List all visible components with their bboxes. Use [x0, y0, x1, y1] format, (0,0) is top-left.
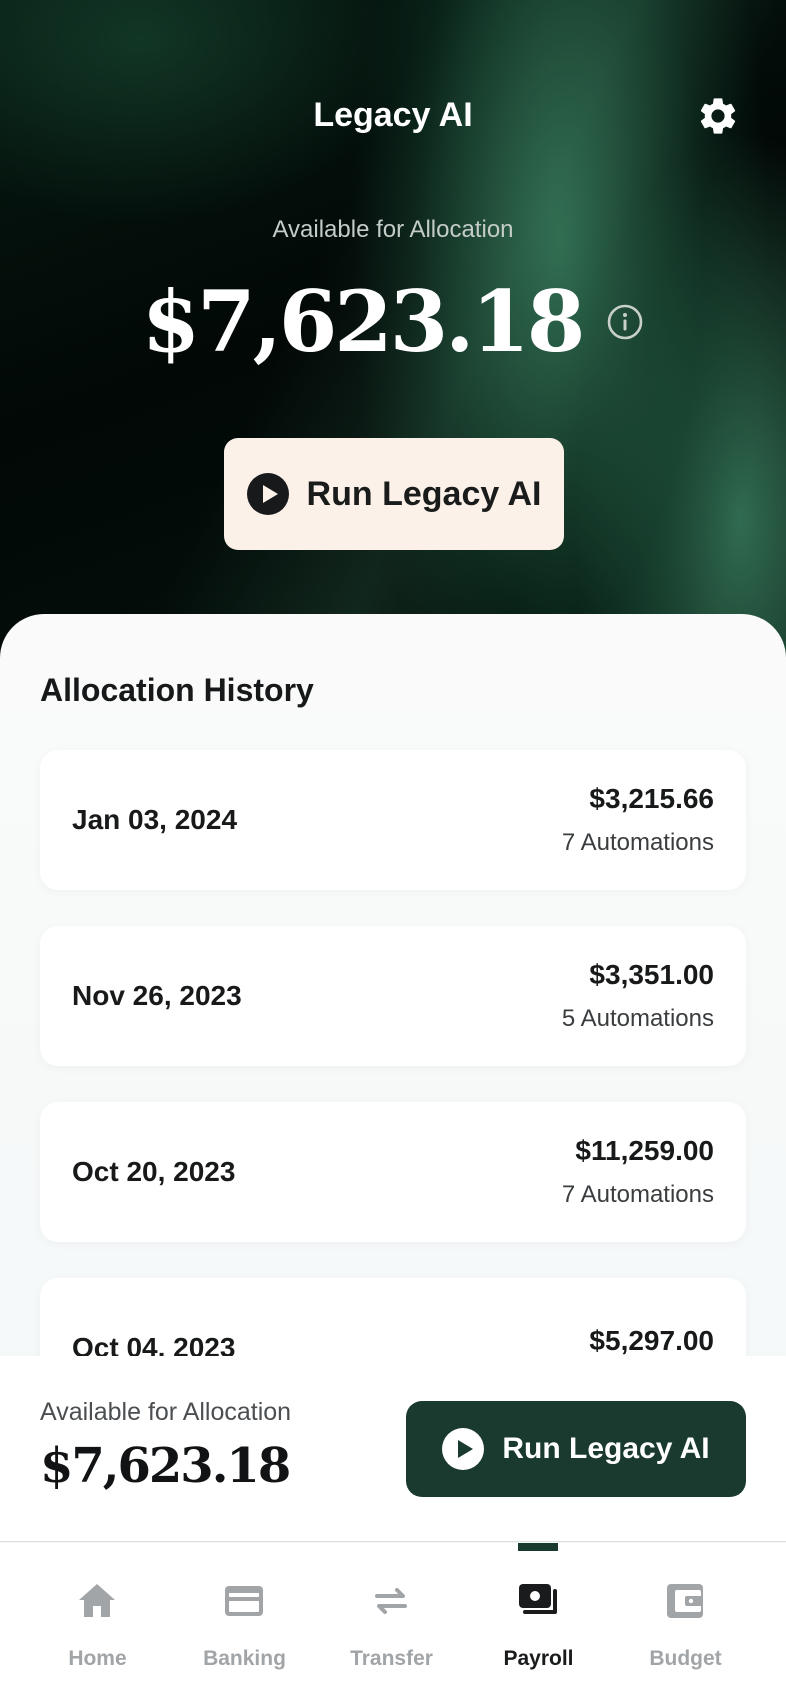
tab-banking-label: Banking: [203, 1647, 286, 1670]
footer-available-label: Available for Allocation: [40, 1398, 292, 1426]
play-icon: [246, 473, 289, 515]
available-amount: $7,623.18: [141, 272, 586, 371]
history-summary: $3,351.00 5 Automations: [562, 959, 714, 1033]
history-automations: 7 Automations: [561, 1181, 714, 1208]
payroll-cash-icon: [516, 1579, 560, 1623]
history-amount: $11,259.00: [575, 1135, 714, 1166]
tab-payroll-label: Payroll: [503, 1647, 574, 1670]
gear-icon: [700, 98, 736, 134]
tab-budget-label: Budget: [649, 1647, 722, 1670]
play-icon: [442, 1428, 485, 1470]
info-button[interactable]: [606, 303, 644, 341]
bottom-tab-bar: Home Banking Transfer Payroll Budget: [0, 1543, 786, 1704]
section-title: Allocation History: [40, 672, 314, 708]
history-list: Jan 03, 2024 $3,215.66 7 Automations Nov…: [40, 750, 746, 1454]
history-amount: $3,351.00: [589, 959, 714, 990]
tab-home[interactable]: Home: [24, 1543, 171, 1704]
app-title: Legacy AI: [313, 96, 473, 134]
history-summary: $11,259.00 7 Automations: [562, 1135, 714, 1209]
active-tab-indicator: [518, 1543, 558, 1551]
history-card[interactable]: Jan 03, 2024 $3,215.66 7 Automations: [40, 750, 746, 890]
tab-transfer-label: Transfer: [350, 1647, 433, 1670]
hero-banner: Legacy AI Available for Allocation $7,62…: [0, 0, 786, 680]
history-automations: 5 Automations: [561, 1005, 714, 1032]
available-amount-row: $7,623.18: [0, 272, 786, 372]
tab-payroll[interactable]: Payroll: [465, 1543, 612, 1704]
run-legacy-ai-label: Run Legacy AI: [306, 474, 542, 513]
tab-budget[interactable]: Budget: [612, 1543, 759, 1704]
allocation-footer-bar: Available for Allocation $7,623.18 Run L…: [0, 1356, 786, 1542]
history-automations: 7 Automations: [561, 829, 714, 856]
tab-transfer[interactable]: Transfer: [318, 1543, 465, 1704]
history-card[interactable]: Oct 20, 2023 $11,259.00 7 Automations: [40, 1102, 746, 1242]
tab-banking[interactable]: Banking: [171, 1543, 318, 1704]
wallet-icon: [663, 1579, 707, 1623]
history-date: Nov 26, 2023: [72, 980, 242, 1011]
footer-available-amount: $7,623.18: [40, 1438, 291, 1494]
tab-home-label: Home: [68, 1647, 127, 1670]
history-date: Oct 20, 2023: [72, 1156, 236, 1187]
history-amount: $5,297.00: [589, 1325, 714, 1356]
run-legacy-ai-button[interactable]: Run Legacy AI: [224, 438, 564, 550]
history-amount: $3,215.66: [589, 783, 714, 814]
settings-button[interactable]: [694, 92, 742, 140]
home-icon: [75, 1579, 119, 1623]
transfer-arrows-icon: [369, 1579, 413, 1623]
history-card[interactable]: Nov 26, 2023 $3,351.00 5 Automations: [40, 926, 746, 1066]
available-label: Available for Allocation: [272, 216, 514, 243]
footer-run-legacy-ai-button[interactable]: Run Legacy AI: [406, 1401, 746, 1497]
footer-run-legacy-ai-label: Run Legacy AI: [502, 1432, 710, 1465]
credit-card-icon: [222, 1579, 266, 1623]
info-icon: [608, 304, 643, 340]
history-date: Jan 03, 2024: [72, 804, 238, 835]
history-summary: $3,215.66 7 Automations: [562, 783, 714, 857]
